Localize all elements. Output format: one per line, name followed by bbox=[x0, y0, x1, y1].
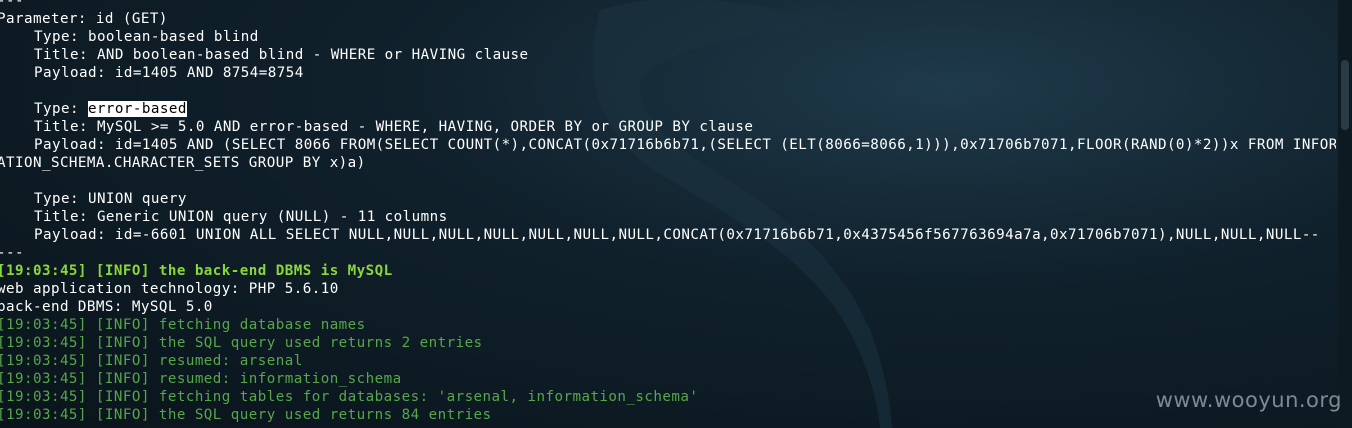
terminal-line-type-boolean: Type: boolean-based blind bbox=[34, 29, 259, 45]
terminal-line-title-error: Title: MySQL >= 5.0 AND error-based - WH… bbox=[34, 119, 754, 135]
terminal-line-info-returns-84: [19:03:45] [INFO] the SQL query used ret… bbox=[0, 407, 492, 423]
terminal-line-separator-bottom: --- bbox=[0, 245, 24, 261]
terminal-line-info-resumed-schema: [19:03:45] [INFO] resumed: information_s… bbox=[0, 371, 402, 387]
terminal-line-title-union: Title: Generic UNION query (NULL) - 11 c… bbox=[34, 209, 448, 225]
terminal-line-info-fetching-dbs: [19:03:45] [INFO] fetching database name… bbox=[0, 317, 366, 333]
terminal-line-title-boolean: Title: AND boolean-based blind - WHERE o… bbox=[34, 47, 529, 63]
terminal-line-info-fetching-tables: [19:03:45] [INFO] fetching tables for da… bbox=[0, 389, 699, 405]
terminal-line-backend-dbms: back-end DBMS: MySQL 5.0 bbox=[0, 299, 213, 315]
terminal-line-type-union: Type: UNION query bbox=[34, 191, 187, 207]
terminal-line-payload-error: Payload: id=1405 AND (SELECT 8066 FROM(S… bbox=[34, 137, 1336, 153]
terminal-line-type-error: Type: error-based bbox=[0, 100, 187, 118]
terminal-line-payload-union: Payload: id=-6601 UNION ALL SELECT NULL,… bbox=[34, 227, 1320, 243]
terminal-line-web-tech: web application technology: PHP 5.6.10 bbox=[0, 281, 339, 297]
terminal-line-parameter: Parameter: id (GET) bbox=[0, 11, 168, 27]
terminal-line-info-returns-2: [19:03:45] [INFO] the SQL query used ret… bbox=[0, 335, 483, 351]
type-prefix: Type: bbox=[34, 101, 88, 117]
terminal-line-payload-boolean: Payload: id=1405 AND 8754=8754 bbox=[34, 65, 304, 81]
scrollbar-thumb[interactable] bbox=[1341, 60, 1349, 130]
terminal-line-info-resumed-arsenal: [19:03:45] [INFO] resumed: arsenal bbox=[0, 353, 303, 369]
terminal-line-separator-top: --- bbox=[0, 0, 24, 9]
terminal-output[interactable]: --- Parameter: id (GET) Type: boolean-ba… bbox=[0, 0, 1336, 428]
watermark: www.wooyun.org bbox=[1155, 388, 1342, 412]
selected-text-error-based[interactable]: error-based bbox=[87, 101, 187, 117]
terminal-line-payload-error-wrap: ATION_SCHEMA.CHARACTER_SETS GROUP BY x)a… bbox=[0, 155, 366, 171]
terminal-line-info-dbms: [19:03:45] [INFO] the back-end DBMS is M… bbox=[0, 263, 393, 279]
terminal-scrollbar[interactable] bbox=[1338, 0, 1352, 428]
